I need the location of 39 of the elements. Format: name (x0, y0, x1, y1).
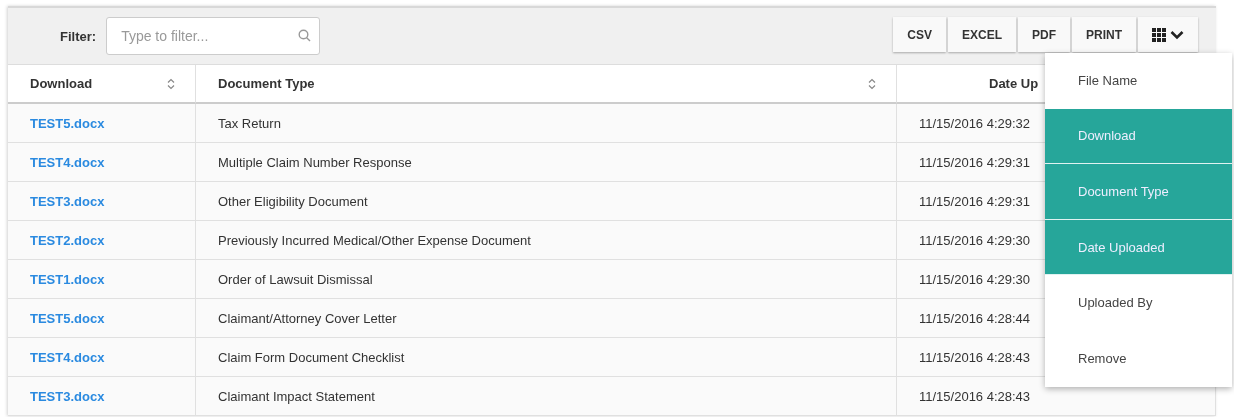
table-cell: Multiple Claim Number Response (196, 143, 897, 182)
grid-icon (1152, 27, 1166, 42)
table-cell: Claimant Impact Statement (196, 377, 897, 416)
table-cell: Order of Lawsuit Dismissal (196, 260, 897, 299)
column-title: Document Type (218, 76, 315, 91)
menu-item[interactable]: Date Uploaded (1045, 219, 1232, 276)
filter-label: Filter: (60, 28, 97, 44)
table-cell: Other Eligibility Document (196, 182, 897, 221)
column-title: Date Up (989, 76, 1039, 91)
sort-icon[interactable] (868, 77, 876, 90)
columns-button[interactable] (1138, 17, 1198, 52)
filter-field[interactable]: Type to filter... (106, 17, 321, 55)
table-cell: Claim Form Document Checklist (196, 338, 897, 377)
column-header[interactable]: Download (8, 65, 196, 104)
table-cell: Claimant/Attorney Cover Letter (196, 299, 897, 338)
file-link[interactable]: TEST2.docx (30, 232, 105, 248)
menu-item[interactable]: File Name (1045, 53, 1232, 109)
file-link[interactable]: TEST5.docx (30, 310, 105, 326)
file-link[interactable]: TEST3.docx (30, 193, 105, 209)
table-cell: Previously Incurred Medical/Other Expense Document (196, 221, 897, 260)
file-link[interactable]: TEST4.docx (30, 349, 105, 365)
table-cell: Tax Return (196, 104, 897, 143)
file-link[interactable]: TEST1.docx (30, 271, 105, 287)
menu-item[interactable]: Document Type (1045, 164, 1232, 220)
caret-icon (1170, 29, 1184, 40)
column-title: Download (30, 76, 93, 91)
export-button[interactable]: EXCEL (948, 17, 1016, 52)
export-button[interactable]: PRINT (1072, 17, 1136, 52)
export-button[interactable]: PDF (1018, 17, 1070, 52)
file-link[interactable]: TEST3.docx (30, 388, 105, 404)
menu-item[interactable]: Uploaded By (1045, 275, 1232, 331)
file-link[interactable]: TEST5.docx (30, 115, 105, 131)
export-button[interactable]: CSV (893, 17, 946, 52)
column-header[interactable]: Document Type (196, 65, 897, 104)
sort-icon[interactable] (167, 77, 175, 90)
search-icon (298, 29, 312, 42)
file-link[interactable]: TEST4.docx (30, 154, 105, 170)
menu-item[interactable]: Download (1045, 108, 1232, 165)
menu-item[interactable]: Remove (1045, 330, 1232, 387)
